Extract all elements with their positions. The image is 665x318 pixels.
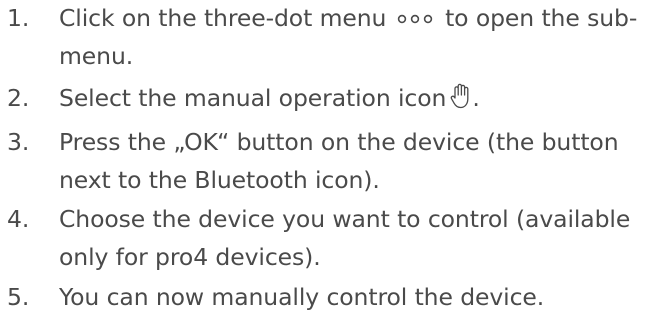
step-number: 1.: [7, 4, 30, 32]
step-text: Select the manual operation icon .: [59, 80, 480, 116]
instruction-list: 1. Click on the three-dot menu to open t…: [0, 0, 665, 318]
step-text-part: Select the manual operation icon: [59, 84, 447, 112]
step-text: Choose the device you want to control (a…: [59, 205, 631, 233]
step-text-continuation: menu.: [59, 42, 134, 70]
hand-icon: [451, 83, 469, 108]
step-number: 2.: [7, 84, 30, 112]
step-number: 5.: [7, 283, 30, 311]
step-text-continuation: next to the Bluetooth icon).: [59, 166, 380, 194]
step-number: 4.: [7, 205, 30, 233]
step-text-part: Click on the three-dot menu: [59, 4, 387, 32]
step-text: You can now manually control the device.: [59, 283, 545, 311]
step-text-continuation: only for pro4 devices).: [59, 243, 321, 271]
three-dot-menu-icon: [397, 14, 432, 23]
step-text-part: .: [472, 84, 480, 112]
step-number: 3.: [7, 128, 30, 156]
step-text: Click on the three-dot menu to open the …: [59, 0, 637, 36]
step-text: Press the „OK“ button on the device (the…: [59, 128, 619, 156]
step-text-part: to open the sub-: [445, 4, 638, 32]
